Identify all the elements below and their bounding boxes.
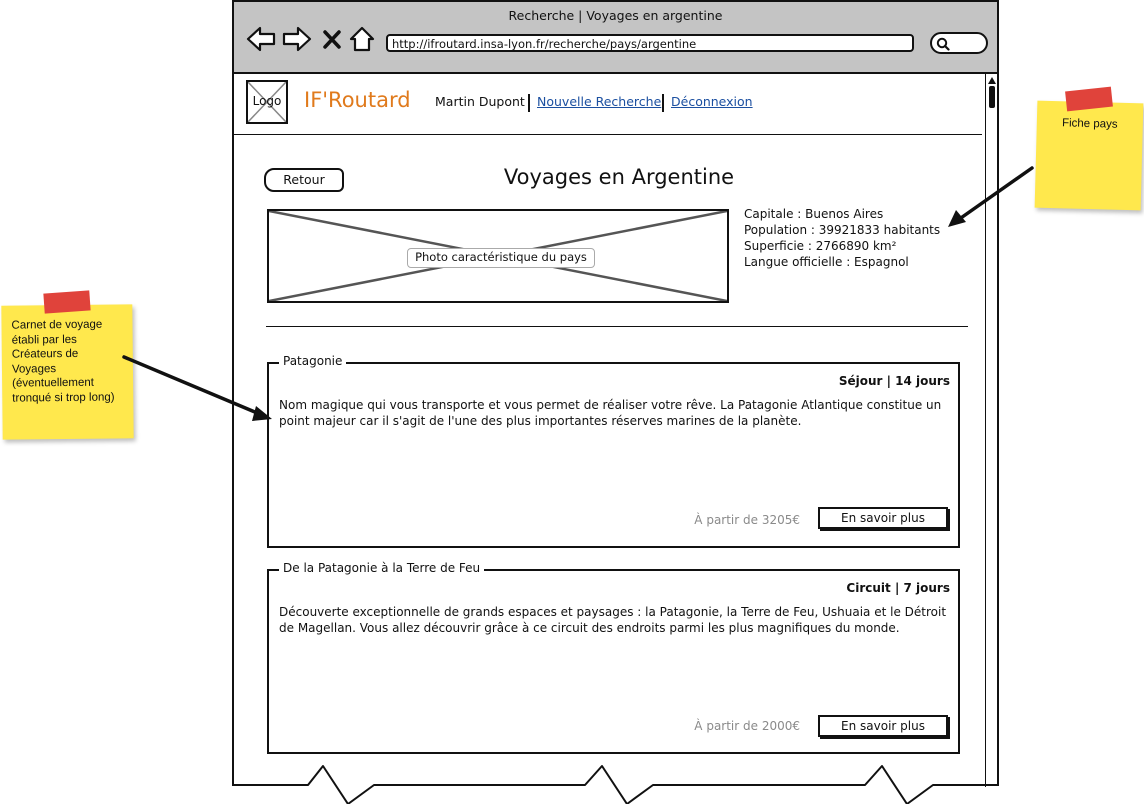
- trip-card: De la Patagonie à la Terre de Feu Circui…: [267, 561, 960, 754]
- section-divider: [266, 326, 968, 327]
- user-name: Martin Dupont: [435, 94, 525, 109]
- scroll-thumb[interactable]: [989, 86, 995, 108]
- trip-duration: Séjour | 14 jours: [838, 374, 950, 388]
- trip-duration: Circuit | 7 jours: [846, 581, 950, 595]
- logout-link[interactable]: Déconnexion: [671, 94, 753, 109]
- sticky-note-travel-journal: Carnet de voyage établi par les Créateur…: [1, 304, 134, 440]
- sticky-note-country-sheet: Fiche pays: [1034, 100, 1144, 211]
- scroll-up-icon[interactable]: [988, 77, 996, 84]
- photo-caption: Photo caractéristique du pays: [407, 248, 595, 268]
- browser-toolbar: Recherche | Voyages en argentine http://…: [234, 2, 997, 74]
- window-title: Recherche | Voyages en argentine: [508, 8, 723, 23]
- capital-fact: Capitale : Buenos Aires: [744, 207, 884, 221]
- area-fact: Superficie : 2766890 km²: [744, 239, 897, 253]
- trip-card: Patagonie Séjour | 14 jours Nom magique …: [267, 354, 960, 548]
- home-icon[interactable]: [349, 26, 375, 52]
- language-fact: Langue officielle : Espagnol: [744, 255, 909, 269]
- url-input[interactable]: http://ifroutard.insa-lyon.fr/recherche/…: [386, 34, 914, 52]
- sticky-tape: [43, 290, 91, 314]
- close-icon[interactable]: [320, 26, 344, 52]
- page-title: Voyages en Argentine: [503, 165, 735, 189]
- trip-description: Nom magique qui vous transporte et vous …: [279, 398, 942, 428]
- trip-price: À partir de 3205€: [694, 513, 800, 527]
- trip-details-button[interactable]: En savoir plus: [818, 507, 948, 529]
- trip-price: À partir de 2000€: [694, 719, 800, 733]
- trip-name: De la Patagonie à la Terre de Feu: [279, 561, 485, 575]
- country-photo: Photo caractéristique du pays: [267, 209, 729, 303]
- sticky-note-text: Fiche pays: [1061, 117, 1118, 131]
- trip-details-button[interactable]: En savoir plus: [818, 715, 948, 737]
- site-logo[interactable]: Logo: [246, 80, 288, 124]
- browser-window: Recherche | Voyages en argentine http://…: [232, 0, 999, 787]
- sticky-note-text: Carnet de voyage établi par les Créateur…: [11, 318, 115, 405]
- nav-separator: [528, 94, 530, 112]
- population-fact: Population : 39921833 habitants: [744, 223, 941, 237]
- back-arrow-icon[interactable]: [246, 26, 276, 52]
- trip-description: Découverte exceptionnelle de grands espa…: [279, 605, 947, 635]
- search-icon: [936, 37, 950, 51]
- logo-label: Logo: [252, 94, 282, 108]
- vertical-scrollbar[interactable]: [985, 74, 997, 787]
- trip-name: Patagonie: [279, 354, 347, 368]
- forward-arrow-icon[interactable]: [282, 26, 312, 52]
- site-name: IF'Routard: [304, 88, 411, 112]
- browser-search-input[interactable]: [930, 32, 988, 54]
- back-button[interactable]: Retour: [264, 168, 344, 192]
- nav-separator: [662, 94, 664, 112]
- new-search-link[interactable]: Nouvelle Recherche: [537, 94, 661, 109]
- header-divider: [234, 134, 982, 135]
